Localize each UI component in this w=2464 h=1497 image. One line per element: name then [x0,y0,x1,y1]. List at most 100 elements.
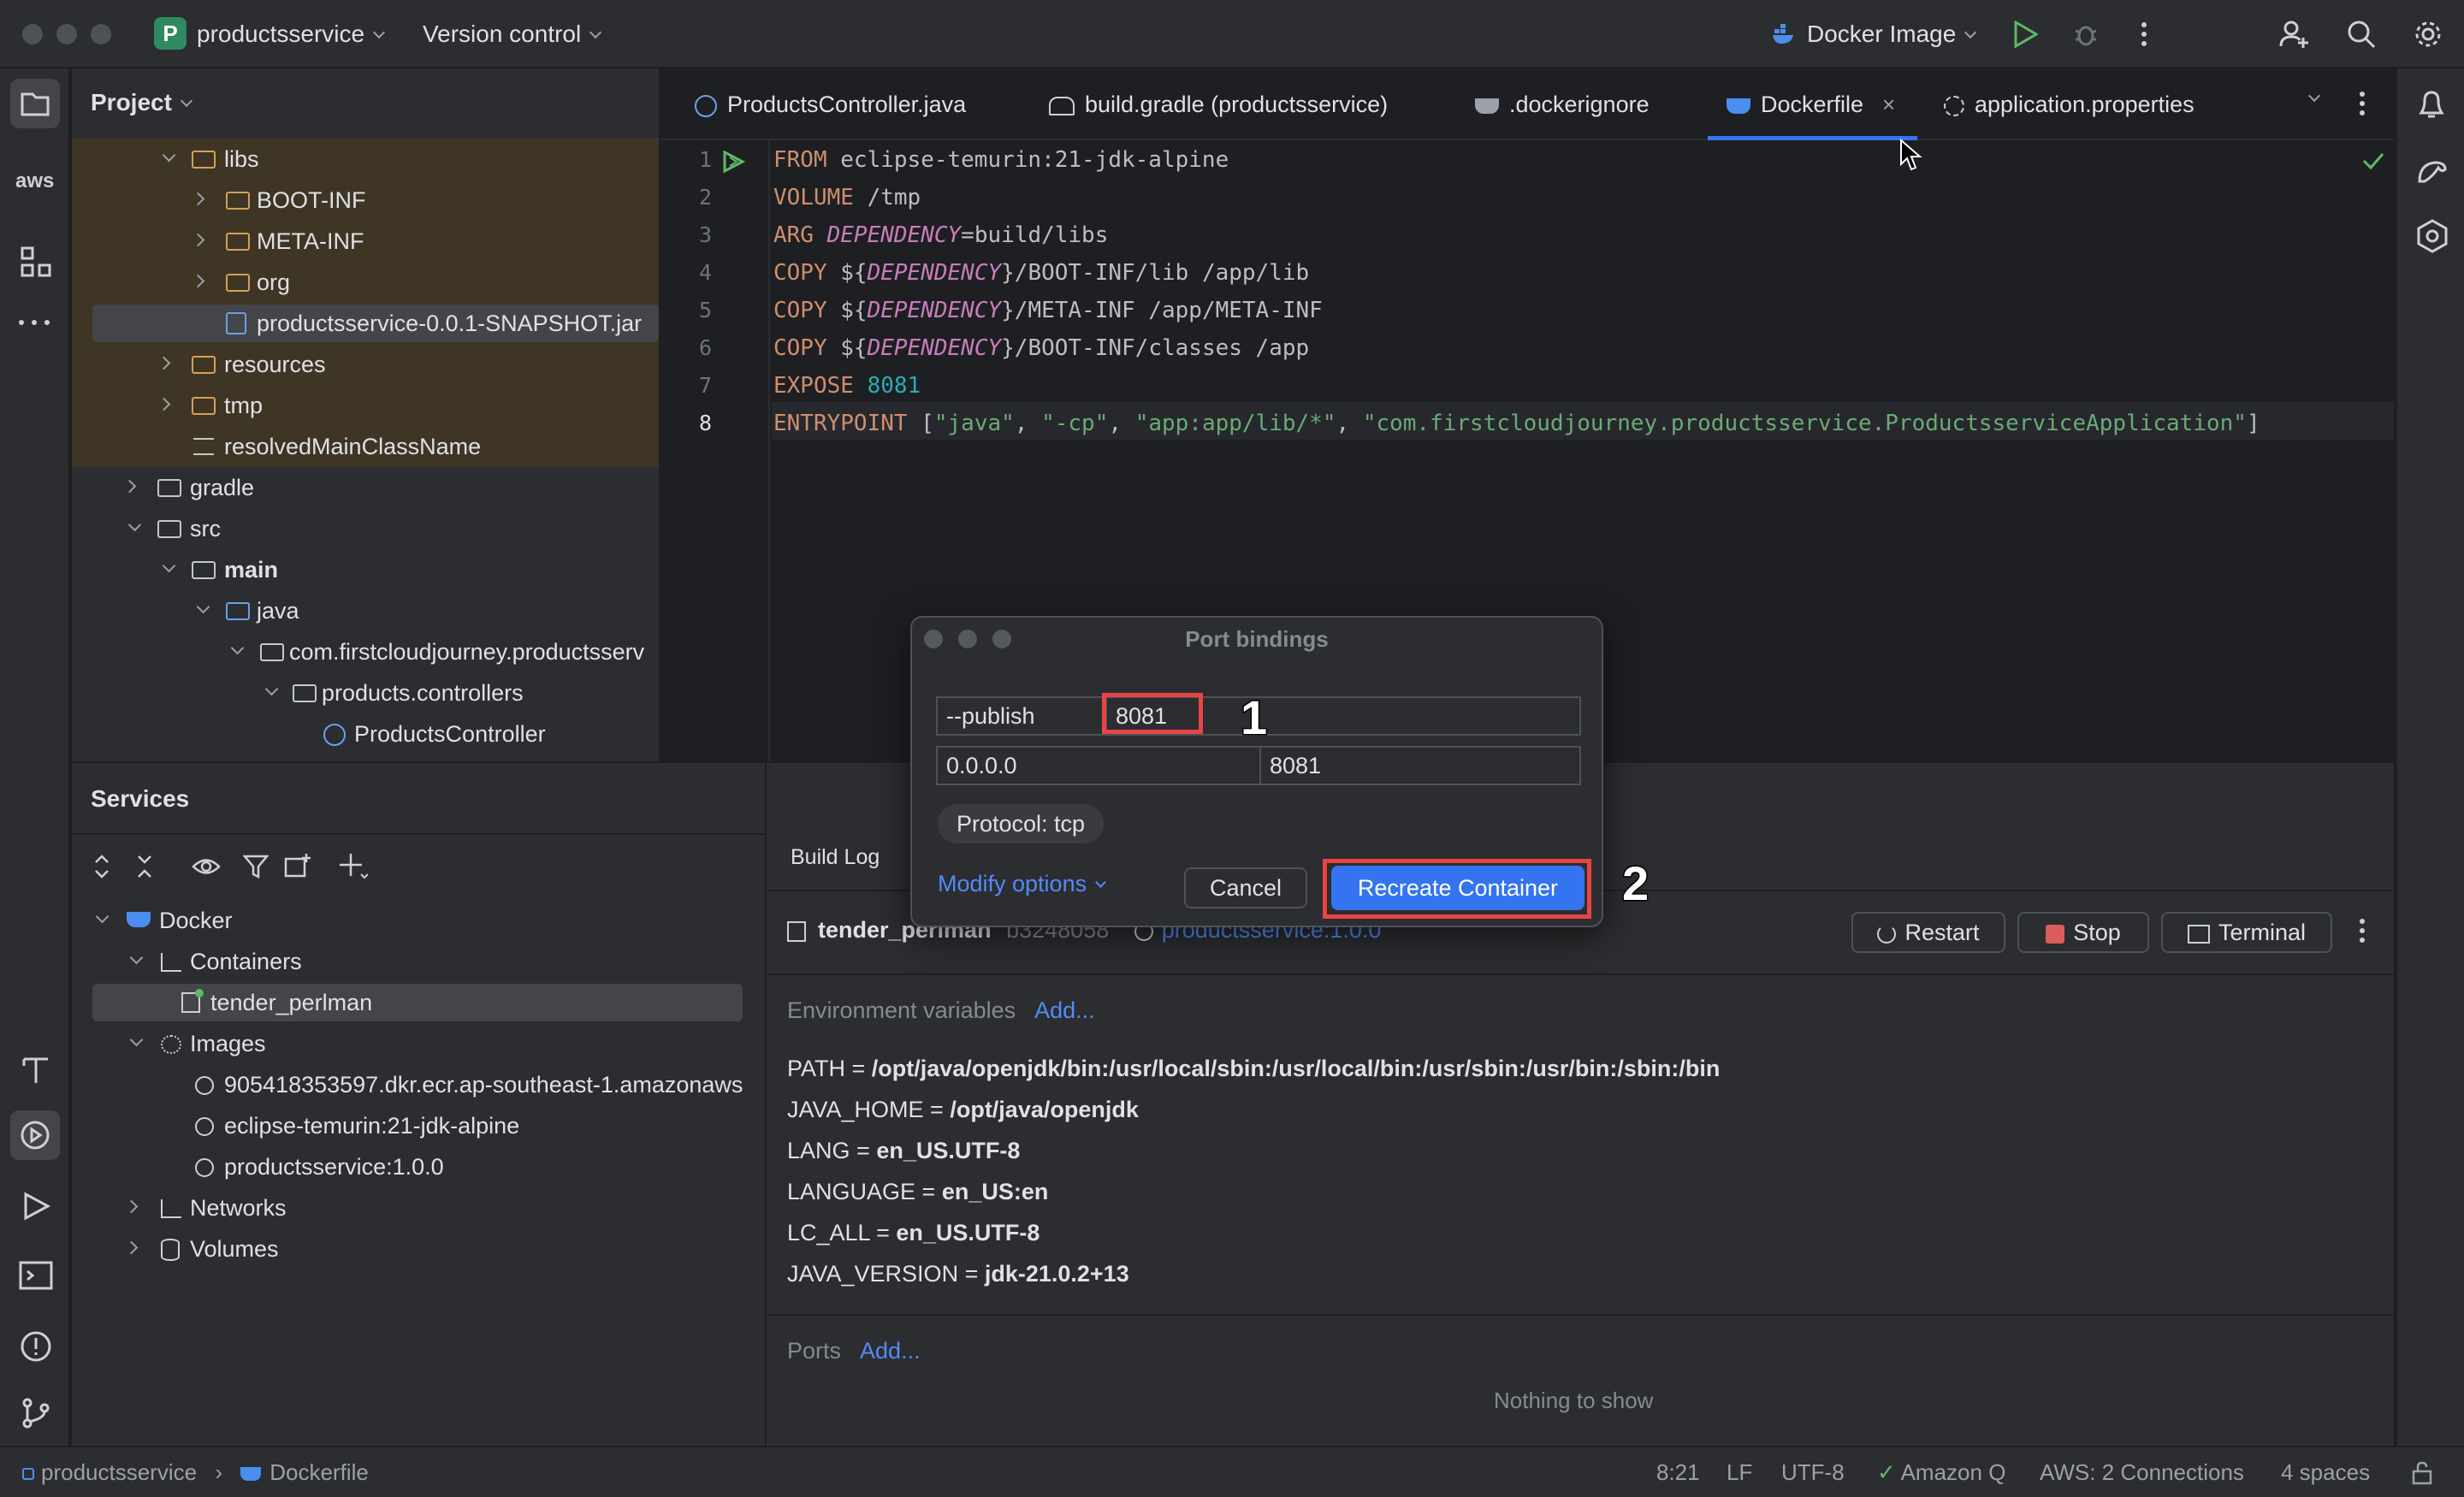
add-user-icon[interactable] [2279,19,2310,54]
tab-dockerignore[interactable]: .dockerignore [1475,68,1650,140]
expand-all-icon[interactable] [92,854,111,884]
token: ${ [826,335,868,361]
svc-node-image-ecr[interactable]: 905418353597.dkr.ecr.ap-southeast-1.amaz… [72,1064,756,1105]
tab-label: application.properties [1975,92,2194,117]
aws-connections[interactable]: AWS: 2 Connections [2040,1459,2244,1486]
breadcrumb: productsservice › Dockerfile [22,1459,369,1486]
tree-node-products-controllers[interactable]: products.controllers [72,672,659,713]
folder-icon [226,233,250,251]
svc-node-image-productsservice[interactable]: productsservice:1.0.0 [72,1146,756,1187]
eye-icon[interactable] [192,855,221,882]
new-tab-icon[interactable] [284,852,311,884]
problems-icon[interactable] [19,1329,53,1368]
filter-icon[interactable] [242,854,270,884]
search-icon[interactable] [2346,19,2377,54]
vcs-menu[interactable]: Version control [423,21,602,48]
more-vertical-icon[interactable] [2358,917,2366,949]
breadcrumb-file[interactable]: Dockerfile [270,1459,369,1485]
project-tool-button[interactable] [10,79,60,128]
zoom-window-button[interactable] [91,24,111,44]
settings-gear-icon[interactable] [2413,19,2443,54]
collapsed-arrow-icon [191,233,205,247]
host-port-input[interactable]: 8081 [1259,746,1581,785]
tab-dockerfile[interactable]: Dockerfile × [1708,68,1918,140]
mouse-cursor-icon [1899,138,1923,177]
svc-node-volumes[interactable]: Volumes [72,1228,756,1269]
more-vertical-icon[interactable] [2139,21,2149,52]
tree-node-boot-inf[interactable]: BOOT-INF [72,180,659,221]
lock-icon[interactable] [2411,1461,2433,1491]
tree-node-gradle[interactable]: gradle [72,467,659,508]
run-tool-icon[interactable] [21,1191,51,1226]
tree-node-tmp[interactable]: tmp [72,385,659,426]
notifications-bell-icon[interactable] [2416,87,2447,126]
modify-options-link[interactable]: Modify options [938,871,1106,897]
run-config-selector[interactable]: Docker Image [1807,21,1977,48]
tab-application-properties[interactable]: application.properties [1944,68,2194,140]
token: 8081 [867,373,921,399]
minimize-window-button[interactable] [56,24,77,44]
build-hammer-icon[interactable] [19,1052,53,1091]
terminal-icon[interactable] [19,1261,53,1296]
amazon-q-icon[interactable] [2416,219,2449,257]
cancel-button[interactable]: Cancel [1184,867,1307,908]
gradle-icon[interactable] [2416,156,2449,189]
svc-node-container-bg: tender_perlman [72,982,756,1023]
aws-icon[interactable]: aws [15,169,54,193]
tree-node-src[interactable]: src [72,508,659,549]
tabs-dropdown-icon[interactable] [2307,89,2321,109]
tab-build-log[interactable]: Build Log [791,845,880,870]
svc-node-networks[interactable]: Networks [72,1187,756,1228]
indent-setting[interactable]: 4 spaces [2281,1459,2370,1486]
project-panel-header[interactable]: Project [91,89,193,116]
restart-button[interactable]: Restart [1851,912,2005,953]
svc-node-docker[interactable]: Docker [72,900,756,941]
protocol-chip[interactable]: Protocol: tcp [938,804,1105,843]
tree-node-resolvedmainclassname[interactable]: resolvedMainClassName [72,426,659,467]
collapsed-arrow-icon [124,1199,139,1214]
close-tab-icon[interactable]: × [1882,92,1895,117]
svc-node-image-temurin[interactable]: eclipse-temurin:21-jdk-alpine [72,1105,756,1146]
env-add-link[interactable]: Add... [1034,997,1095,1023]
services-tool-button[interactable] [10,1110,60,1160]
svc-node-images[interactable]: Images [72,1023,756,1064]
tree-node-package-root[interactable]: com.firstcloudjourney.productsserv [72,631,659,672]
tree-node-resources[interactable]: resources [72,344,659,385]
collapsed-arrow-icon [124,1240,139,1255]
run-icon[interactable] [2012,20,2039,52]
breadcrumb-project[interactable]: productsservice [41,1459,197,1485]
debug-icon[interactable] [2072,21,2100,52]
tree-node-main[interactable]: main [72,549,659,590]
more-horizontal-icon[interactable] [17,317,51,332]
token: DEPENDENCY [867,298,1002,323]
ports-add-link[interactable]: Add... [860,1338,921,1364]
close-window-button[interactable] [22,24,43,44]
terminal-button[interactable]: Terminal [2161,912,2332,953]
tree-node-java[interactable]: java [72,590,659,631]
tab-build-gradle[interactable]: build.gradle (productsservice) [1049,68,1388,140]
add-service-icon[interactable] [339,852,369,884]
caret-position[interactable]: 8:21 [1656,1459,1700,1486]
tabs-more-icon[interactable] [2358,91,2366,121]
tree-node-jar[interactable]: productsservice-0.0.1-SNAPSHOT.jar [92,305,659,342]
tree-node-libs[interactable]: libs [72,139,659,180]
line-separator[interactable]: LF [1727,1459,1752,1486]
project-switcher[interactable]: productsservice [197,21,386,48]
svc-node-tender-perlman[interactable]: tender_perlman [92,984,743,1021]
structure-icon[interactable] [19,245,53,283]
file-encoding[interactable]: UTF-8 [1781,1459,1845,1486]
tree-node-productscontroller[interactable]: ProductsController [72,713,659,754]
stop-button[interactable]: Stop [2017,912,2149,953]
env-value: en_US:en [941,1179,1049,1204]
host-ip-input[interactable]: 0.0.0.0 [936,746,1261,785]
amazon-q-status[interactable]: ✓ Amazon Q [1877,1459,2005,1486]
collapse-all-icon[interactable] [135,854,154,884]
chevron-down-icon [2307,89,2321,103]
env-value: /opt/java/openjdk [950,1097,1139,1122]
git-branch-icon[interactable] [19,1396,53,1435]
tree-node-meta-inf[interactable]: META-INF [72,221,659,262]
tree-node-org[interactable]: org [72,262,659,303]
tab-label: Dockerfile [1761,92,1864,117]
svc-node-containers[interactable]: Containers [72,941,756,982]
tab-productscontroller[interactable]: ProductsController.java [695,68,966,140]
